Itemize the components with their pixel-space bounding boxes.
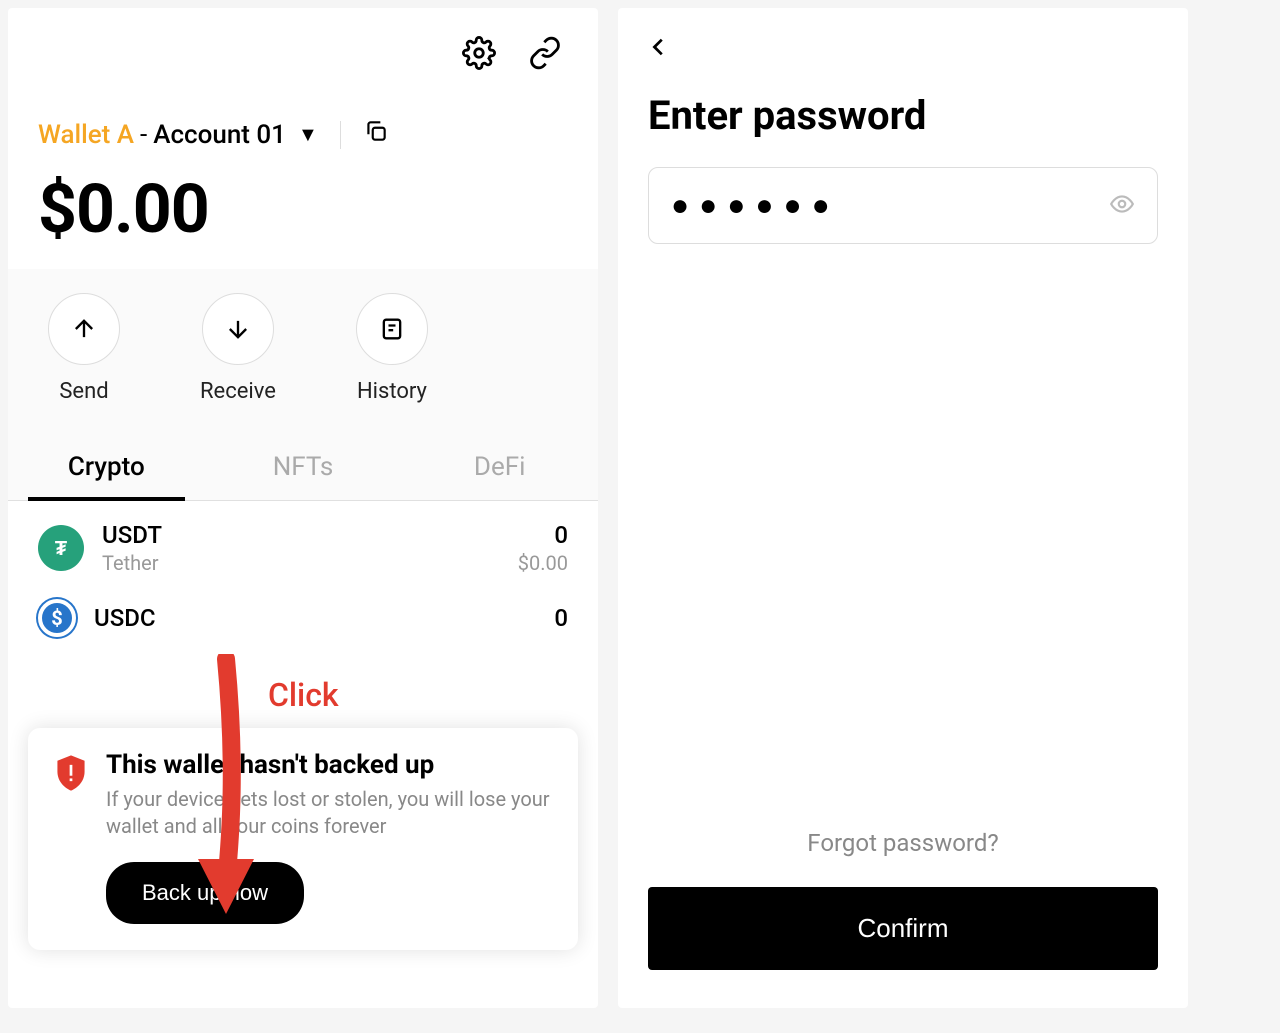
send-label: Send <box>59 379 108 404</box>
history-button[interactable]: History <box>356 293 428 404</box>
chevron-down-icon: ▼ <box>298 122 318 147</box>
divider <box>340 121 341 149</box>
gear-icon[interactable] <box>462 36 496 74</box>
receive-button[interactable]: Receive <box>200 293 276 404</box>
total-balance: $0.00 <box>8 151 598 269</box>
wallet-separator: - <box>140 120 147 150</box>
link-icon[interactable] <box>528 36 562 74</box>
back-button[interactable] <box>648 36 1158 62</box>
copy-icon[interactable] <box>363 118 389 151</box>
account-name: Account 01 <box>153 120 286 150</box>
tab-defi[interactable]: DeFi <box>401 434 598 500</box>
confirm-button[interactable]: Confirm <box>648 887 1158 970</box>
forgot-password-link[interactable]: Forgot password? <box>648 829 1158 857</box>
asset-fiat: $0.00 <box>518 551 568 575</box>
asset-row-usdc[interactable]: $ USDC 0 <box>38 599 568 637</box>
password-input[interactable]: ●●●●●● <box>648 167 1158 244</box>
usdc-icon: $ <box>38 599 76 637</box>
asset-symbol: USDC <box>94 604 536 632</box>
action-buttons: Send Receive History <box>8 269 598 434</box>
password-value: ●●●●●● <box>671 188 840 223</box>
backup-warning-card: This wallet hasn't backed up If your dev… <box>28 728 578 950</box>
asset-symbol: USDT <box>102 521 500 549</box>
wallet-home-screen: Wallet A - Account 01 ▼ $0.00 Send Recei… <box>8 8 598 1008</box>
tab-nfts[interactable]: NFTs <box>205 434 402 500</box>
send-button[interactable]: Send <box>48 293 120 404</box>
wallet-name: Wallet A <box>38 120 134 150</box>
asset-amount: 0 <box>518 521 568 549</box>
backup-description: If your device gets lost or stolen, you … <box>106 786 552 840</box>
asset-amount: 0 <box>554 604 568 632</box>
page-title: Enter password <box>648 92 1158 139</box>
backup-title: This wallet hasn't backed up <box>106 750 552 780</box>
top-icon-bar <box>8 8 598 84</box>
receive-label: Receive <box>200 379 276 404</box>
enter-password-screen: Enter password ●●●●●● Forgot password? C… <box>618 8 1188 1008</box>
tab-bar: Crypto NFTs DeFi <box>8 434 598 501</box>
backup-now-button[interactable]: Back up now <box>106 862 304 924</box>
tab-crypto[interactable]: Crypto <box>8 434 205 500</box>
asset-name: Tether <box>102 551 500 575</box>
shield-alert-icon <box>54 754 88 792</box>
history-label: History <box>357 379 427 404</box>
usdt-icon: ₮ <box>38 525 84 571</box>
wallet-selector[interactable]: Wallet A - Account 01 ▼ <box>8 84 598 151</box>
asset-row-usdt[interactable]: ₮ USDT Tether 0 $0.00 <box>38 521 568 575</box>
eye-icon[interactable] <box>1109 191 1135 221</box>
